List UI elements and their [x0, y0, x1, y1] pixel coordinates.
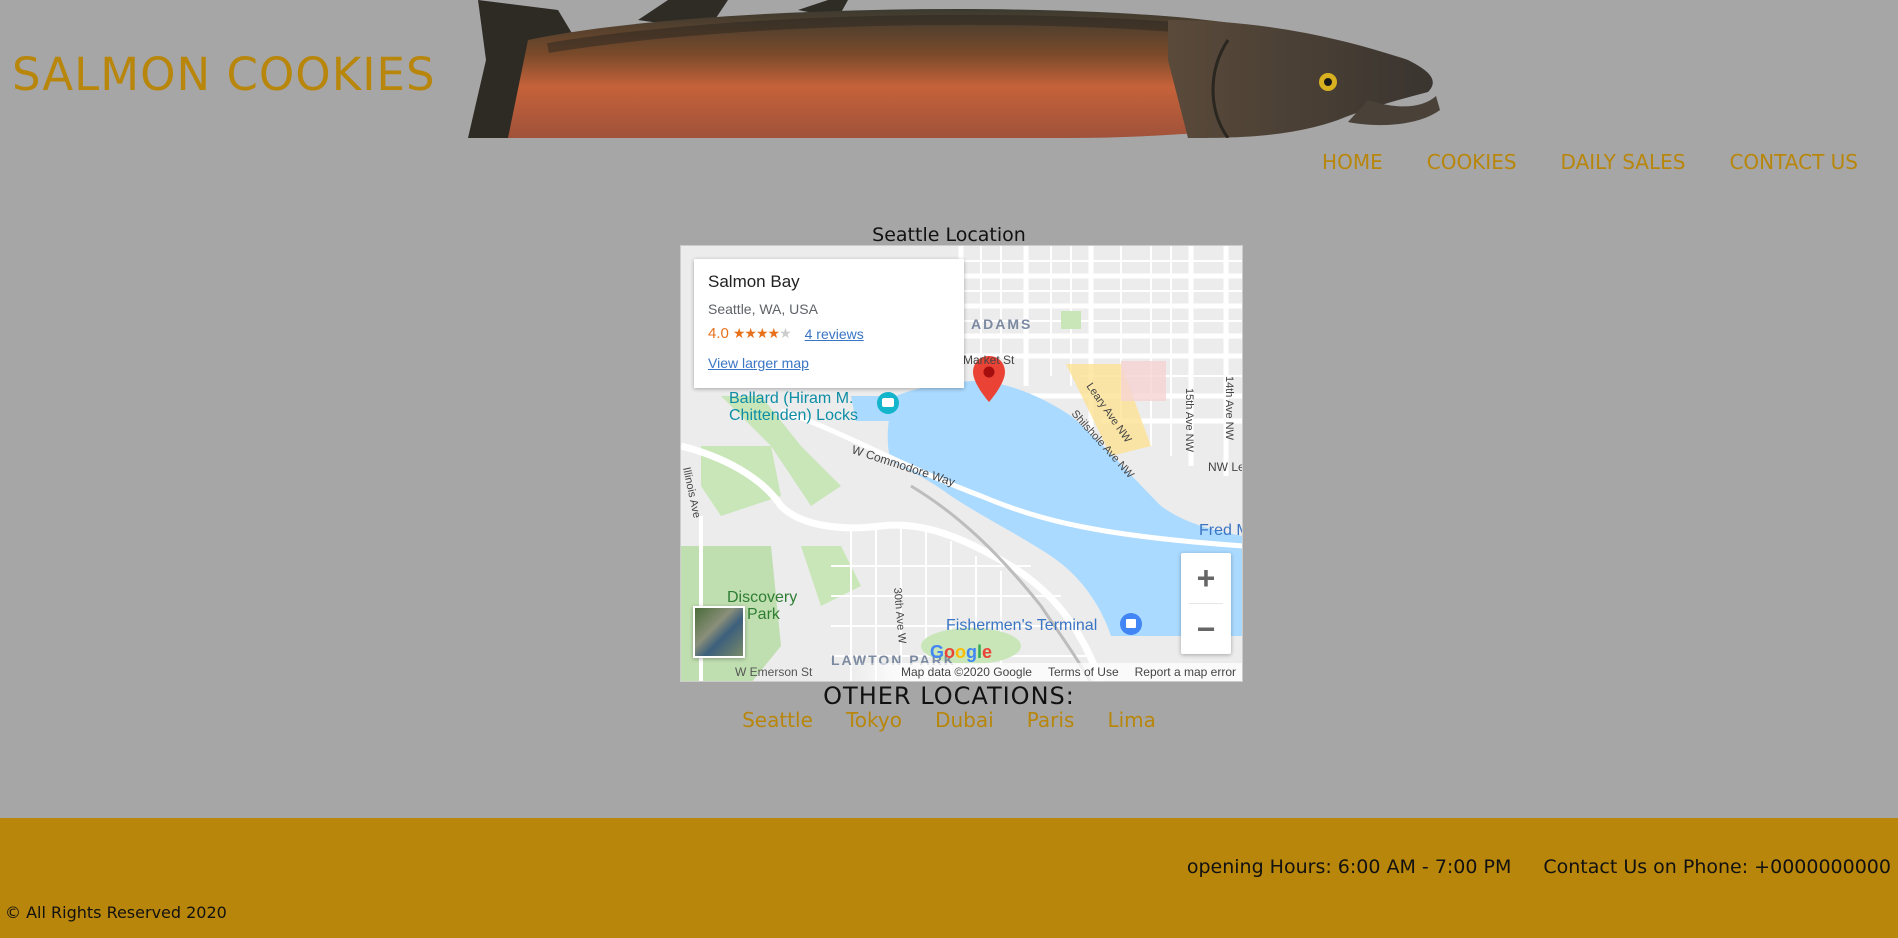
map-label-market-st: Market St	[963, 353, 1015, 367]
map-label-emerson: W Emerson St	[735, 665, 813, 679]
opening-hours-text: opening Hours: 6:00 AM - 7:00 PM	[1186, 856, 1512, 878]
other-locations-title: OTHER LOCATIONS:	[823, 682, 1075, 710]
zoom-out-button[interactable]: −	[1181, 604, 1231, 654]
map-label-14th: 14th Ave NW	[1223, 376, 1235, 441]
nav-daily-sales-link[interactable]: DAILY SALES	[1561, 150, 1686, 174]
place-name: Salmon Bay	[708, 272, 800, 291]
map-label-nw-le: NW Le	[1208, 460, 1243, 474]
map-label-discovery-2: Park	[747, 606, 781, 623]
nav-contact-us-link[interactable]: CONTACT US	[1729, 150, 1858, 174]
map-caption: Seattle Location	[872, 224, 1026, 246]
zoom-in-button[interactable]: +	[1181, 553, 1231, 603]
nav-home-link[interactable]: HOME	[1322, 150, 1383, 174]
map-label-adams: ADAMS	[971, 316, 1032, 332]
rating-value: 4.0	[708, 325, 729, 342]
map-label-fishermens: Fishermen's Terminal	[946, 617, 1097, 634]
place-info-card: Salmon Bay Seattle, WA, USA 4.0 ★★★★★ 4 …	[694, 259, 964, 388]
rating-row: 4.0 ★★★★★ 4 reviews	[708, 325, 950, 342]
location-link-lima[interactable]: Lima	[1107, 708, 1155, 732]
embedded-map[interactable]: ADAMS Market St Ballard (Hiram M. Chitte…	[680, 245, 1243, 682]
google-logo: Google	[930, 642, 993, 662]
site-title: SALMON COOKIES	[12, 48, 436, 101]
location-link-seattle[interactable]: Seattle	[742, 708, 813, 732]
map-attribution-bar: W Emerson St Map data ©2020 Google Terms…	[681, 663, 1242, 681]
zoom-control: + −	[1181, 553, 1231, 654]
rating-stars-icon: ★★★★★	[732, 325, 792, 341]
location-link-dubai[interactable]: Dubai	[935, 708, 994, 732]
location-link-paris[interactable]: Paris	[1027, 708, 1075, 732]
contact-phone-text: Contact Us on Phone: +0000000000	[1543, 856, 1891, 878]
report-map-error-link[interactable]: Report a map error	[1135, 665, 1236, 679]
map-label-15th: 15th Ave NW	[1183, 388, 1195, 453]
location-link-tokyo[interactable]: Tokyo	[846, 708, 902, 732]
salmon-banner-image	[468, 0, 1440, 138]
main-nav: HOME COOKIES DAILY SALES CONTACT US	[1278, 150, 1858, 174]
satellite-toggle-button[interactable]	[693, 606, 745, 658]
footer-contact-info: opening Hours: 6:00 AM - 7:00 PM Contact …	[1187, 856, 1891, 878]
reviews-link[interactable]: 4 reviews	[805, 326, 864, 342]
map-data-text: Map data ©2020 Google	[901, 665, 1032, 679]
place-address: Seattle, WA, USA	[708, 301, 818, 317]
nav-cookies-link[interactable]: COOKIES	[1427, 150, 1517, 174]
map-label-fred: Fred M	[1199, 522, 1243, 539]
map-label-locks-2: Chittenden) Locks	[729, 407, 858, 424]
map-label-locks-1: Ballard (Hiram M.	[729, 390, 853, 407]
copyright-text: © All Rights Reserved 2020	[5, 903, 227, 922]
map-label-discovery-1: Discovery	[727, 589, 797, 606]
site-footer: opening Hours: 6:00 AM - 7:00 PM Contact …	[0, 818, 1898, 938]
view-larger-map-link[interactable]: View larger map	[708, 355, 950, 371]
other-locations-list: Seattle Tokyo Dubai Paris Lima	[0, 708, 1898, 732]
terms-of-use-link[interactable]: Terms of Use	[1048, 665, 1119, 679]
